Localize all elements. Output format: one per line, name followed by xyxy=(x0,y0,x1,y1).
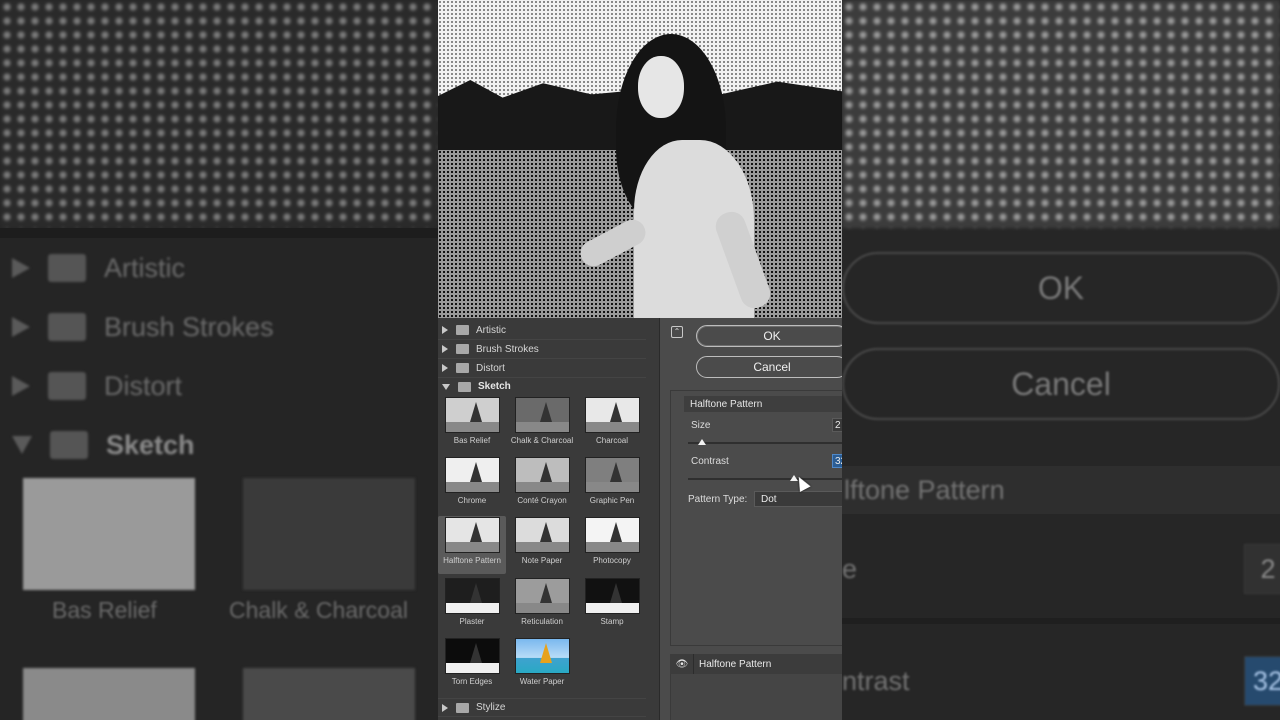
filter-water-paper[interactable]: Water Paper xyxy=(508,637,576,693)
zoomed-thumb-bas-relief xyxy=(23,478,195,590)
cancel-button[interactable]: Cancel xyxy=(696,356,842,378)
zoomed-category-row: Brush Strokes xyxy=(12,302,274,352)
filter-reticulation[interactable]: Reticulation xyxy=(508,577,576,633)
ok-button[interactable]: OK xyxy=(696,325,842,347)
size-value-field[interactable]: 2 xyxy=(832,418,842,432)
image-preview[interactable] xyxy=(438,0,842,318)
zoomed-background-left: Artistic Brush Strokes Distort Sketch Ba… xyxy=(0,0,438,720)
zoomed-cancel-button: Cancel xyxy=(842,348,1280,420)
pattern-type-select[interactable]: Dot xyxy=(754,491,842,507)
filter-chalk-charcoal[interactable]: Chalk & Charcoal xyxy=(508,396,576,452)
filter-conte-crayon[interactable]: Conté Crayon xyxy=(508,456,576,512)
category-artistic[interactable]: Artistic xyxy=(438,321,646,340)
filter-bas-relief[interactable]: Bas Relief xyxy=(438,396,506,452)
zoomed-category-row: Distort xyxy=(12,361,182,411)
screen: Artistic Brush Strokes Distort Sketch Ba… xyxy=(0,0,1280,720)
folder-icon xyxy=(456,363,469,373)
contrast-slider[interactable] xyxy=(688,478,842,480)
category-brush-strokes[interactable]: Brush Strokes xyxy=(438,340,646,359)
effect-layer-row[interactable]: 👁 Halftone Pattern xyxy=(670,654,842,674)
zoomed-category-row: Sketch xyxy=(12,420,195,470)
size-slider[interactable] xyxy=(688,442,842,444)
filter-gallery-panel: Artistic Brush Strokes Distort Sketch Ba… xyxy=(438,0,842,720)
zoomed-contrast-label: ntrast xyxy=(842,666,910,696)
category-sketch[interactable]: Sketch xyxy=(438,377,646,396)
folder-icon xyxy=(456,702,469,713)
zoomed-ok-button: OK xyxy=(842,252,1280,324)
filter-torn-edges[interactable]: Torn Edges xyxy=(438,637,506,693)
zoomed-filter-name: lftone Pattern xyxy=(844,475,1005,505)
chevron-down-icon xyxy=(442,383,450,390)
collapse-gallery-button[interactable]: ⌃ xyxy=(671,326,683,338)
zoomed-thumb-label: Bas Relief xyxy=(52,597,157,623)
zoomed-contrast-value: 32 xyxy=(1244,656,1280,706)
size-slider-thumb[interactable] xyxy=(698,439,707,445)
zoomed-thumb-chalk xyxy=(243,478,415,590)
chevron-up-icon: ⌃ xyxy=(673,327,681,336)
contrast-value-field[interactable]: 32 xyxy=(832,454,842,468)
zoomed-size-label: e xyxy=(842,554,858,584)
filter-settings: ⌃ OK Cancel Halftone Pattern Size 2 Cont… xyxy=(660,318,842,720)
filter-chrome[interactable]: Chrome xyxy=(438,456,506,512)
zoomed-preview-right xyxy=(842,0,1280,228)
zoomed-background-right: OK Cancel lftone Pattern e 2 ntrast 32 xyxy=(842,0,1280,720)
category-stylize[interactable]: Stylize xyxy=(438,698,646,717)
folder-icon xyxy=(456,325,469,335)
filter-graphic-pen[interactable]: Graphic Pen xyxy=(578,456,646,512)
contrast-label: Contrast xyxy=(691,456,729,467)
filter-plaster[interactable]: Plaster xyxy=(438,577,506,633)
filter-note-paper[interactable]: Note Paper xyxy=(508,516,576,572)
chevron-right-icon xyxy=(442,326,448,334)
zoomed-thumb-label: Chalk & Charcoal xyxy=(229,597,408,623)
filter-name-select[interactable]: Halftone Pattern xyxy=(684,396,842,412)
filter-halftone-pattern[interactable]: Halftone Pattern xyxy=(438,516,506,574)
chevron-right-icon xyxy=(442,345,448,353)
chevron-right-icon xyxy=(442,703,448,712)
zoomed-preview-left xyxy=(0,0,438,228)
size-label: Size xyxy=(691,420,711,431)
effect-layer-name: Halftone Pattern xyxy=(699,658,772,670)
filter-photocopy[interactable]: Photocopy xyxy=(578,516,646,572)
filter-list: Artistic Brush Strokes Distort Sketch Ba… xyxy=(438,318,660,720)
pattern-type-label: Pattern Type: xyxy=(688,494,748,505)
folder-icon xyxy=(456,344,469,354)
eye-icon[interactable]: 👁 xyxy=(675,657,689,671)
category-distort[interactable]: Distort xyxy=(438,359,646,378)
folder-open-icon xyxy=(458,381,471,392)
zoomed-category-row: Artistic xyxy=(12,243,185,293)
zoomed-size-value: 2 xyxy=(1244,544,1280,594)
filter-charcoal[interactable]: Charcoal xyxy=(578,396,646,452)
chevron-right-icon xyxy=(442,364,448,372)
filter-stamp[interactable]: Stamp xyxy=(578,577,646,633)
effect-layers-area xyxy=(670,674,842,720)
